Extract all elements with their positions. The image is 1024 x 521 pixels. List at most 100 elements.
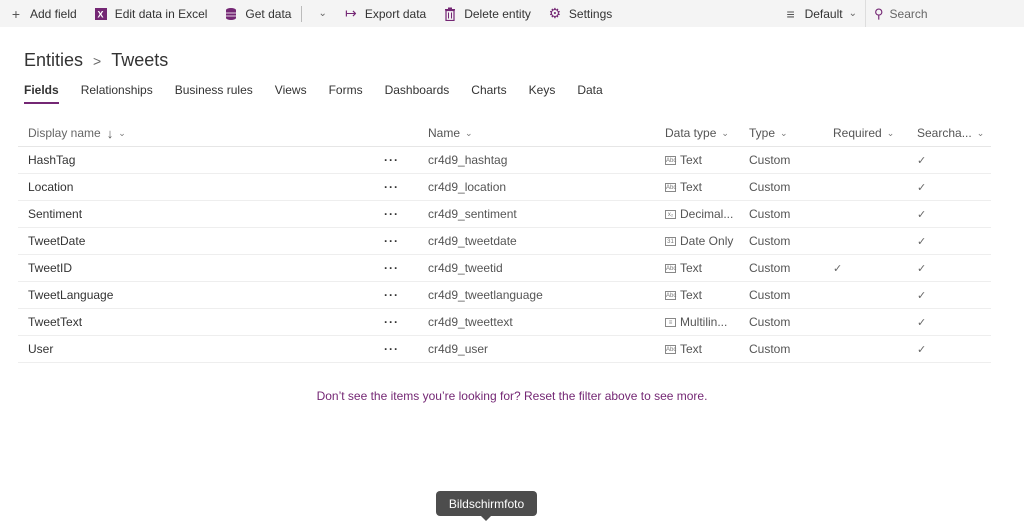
field-logical-name: cr4d9_tweetlanguage [428,288,543,302]
more-options-button[interactable]: ··· [378,234,428,248]
get-data-label: Get data [245,6,292,21]
tab-views[interactable]: Views [275,83,307,104]
column-header-type[interactable]: Type ⌄ [749,126,833,140]
field-data-type: Abc Text [665,180,749,194]
field-data-type: x₂ Decimal... [665,207,749,221]
text-icon: Abc [665,290,677,300]
column-label: Required [833,126,882,140]
field-display-name[interactable]: TweetText [18,315,378,329]
column-header-name[interactable]: Name ⌄ [428,126,665,140]
delete-entity-button[interactable]: Delete entity [434,0,539,27]
more-options-button[interactable]: ··· [378,315,428,329]
field-display-name[interactable]: TweetLanguage [18,288,378,302]
field-display-name[interactable]: Location [18,180,378,194]
tab-fields[interactable]: Fields [24,83,59,104]
column-header-required[interactable]: Required ⌄ [833,126,917,140]
tab-data[interactable]: Data [577,83,602,104]
svg-text:X: X [97,9,103,19]
field-logical-name: cr4d9_hashtag [428,153,508,167]
searchable-check: ✓ [917,289,927,302]
get-data-button[interactable]: Get data [215,0,299,27]
more-options-button[interactable]: ··· [378,180,428,194]
text-icon: Abc [665,182,677,192]
toolbar-divider [301,5,303,22]
table-row[interactable]: User ··· cr4d9_user Abc Text Custom ✓ [18,336,991,363]
more-options-button[interactable]: ··· [378,153,428,167]
chevron-down-icon: ⌄ [465,127,473,138]
field-data-type: Abc Text [665,342,749,356]
searchable-check: ✓ [917,235,927,248]
tab-charts[interactable]: Charts [471,83,506,104]
field-logical-name: cr4d9_location [428,180,507,194]
table-body: HashTag ··· cr4d9_hashtag Abc Text Custom ✓ Loc… [18,147,991,363]
more-options-button[interactable]: ··· [378,288,428,302]
field-display-name[interactable]: HashTag [18,153,378,167]
table-row[interactable]: Location ··· cr4d9_location Abc Text Custom ✓ [18,174,991,201]
field-type: Custom [749,261,791,275]
export-data-button[interactable]: ↦ Export data [335,0,434,27]
chevron-down-icon: ⌄ [318,8,327,19]
fields-table: Display name ↓ ⌄ Name ⌄ Data type ⌄ Type… [18,120,991,363]
column-header-display-name[interactable]: Display name ↓ ⌄ [18,126,378,141]
column-label: Name [428,126,461,140]
data-type-label: Text [680,261,703,275]
column-label: Data type [665,126,717,140]
field-display-name[interactable]: User [18,342,378,356]
column-header-searchable[interactable]: Searcha... ⌄ [917,126,991,140]
tab-bar: Fields Relationships Business rules View… [24,83,625,104]
command-bar: + Add field X Edit data in Excel Get dat… [0,0,1024,27]
table-row[interactable]: TweetText ··· cr4d9_tweettext ≡ Multilin... C… [18,309,991,336]
data-type-label: Text [680,153,703,167]
menu-lines-icon: ≡ [786,5,795,22]
column-label: Display name [28,126,101,140]
filter-notice-link[interactable]: Don’t see the items you’re looking for? … [0,389,1024,403]
required-check: ✓ [833,262,843,275]
chevron-down-icon: ⌄ [721,127,729,138]
tab-forms[interactable]: Forms [329,83,363,104]
table-row[interactable]: TweetDate ··· cr4d9_tweetdate 31 Date Only Cu… [18,228,991,255]
table-row[interactable]: TweetID ··· cr4d9_tweetid Abc Text Custom ✓ ✓ [18,255,991,282]
table-row[interactable]: Sentiment ··· cr4d9_sentiment x₂ Decimal... C… [18,201,991,228]
field-data-type: 31 Date Only [665,234,749,248]
decimal-icon: x₂ [665,209,676,219]
field-logical-name: cr4d9_tweettext [428,315,513,329]
data-type-label: Text [680,288,703,302]
settings-button[interactable]: ⚙ Settings [539,0,620,27]
search-box[interactable]: ⚲ Search [865,0,1024,27]
field-display-name[interactable]: TweetID [18,261,378,275]
field-data-type: Abc Text [665,153,749,167]
more-options-button[interactable]: ··· [378,342,428,356]
searchable-check: ✓ [917,208,927,221]
tab-business-rules[interactable]: Business rules [175,83,253,104]
trash-icon [442,6,458,22]
tab-dashboards[interactable]: Dashboards [385,83,450,104]
view-selector[interactable]: ≡ Default ⌄ [775,0,865,27]
multiline-icon: ≡ [665,317,676,327]
chevron-down-icon: ⌄ [780,127,788,138]
breadcrumb-current: Tweets [111,50,169,70]
get-data-dropdown[interactable]: ⌄ [304,0,334,27]
chevron-right-icon: > [93,52,102,69]
field-type: Custom [749,234,791,248]
searchable-check: ✓ [917,181,927,194]
tab-relationships[interactable]: Relationships [81,83,153,104]
breadcrumb-entities[interactable]: Entities [24,50,83,71]
edit-in-excel-button[interactable]: X Edit data in Excel [85,0,216,27]
chevron-down-icon: ⌄ [118,127,126,138]
column-header-data-type[interactable]: Data type ⌄ [665,126,749,140]
tab-keys[interactable]: Keys [529,83,556,104]
search-icon: ⚲ [874,5,884,21]
table-row[interactable]: TweetLanguage ··· cr4d9_tweetlanguage Abc Te… [18,282,991,309]
more-options-button[interactable]: ··· [378,207,428,221]
add-field-button[interactable]: + Add field [0,0,85,27]
text-icon: Abc [665,263,677,273]
field-display-name[interactable]: TweetDate [18,234,378,248]
data-type-label: Multilin... [680,315,728,329]
more-options-button[interactable]: ··· [378,261,428,275]
table-row[interactable]: HashTag ··· cr4d9_hashtag Abc Text Custom ✓ [18,147,991,174]
screenshot-tooltip: Bildschirmfoto [436,491,537,521]
excel-icon: X [93,6,109,22]
field-data-type: ≡ Multilin... [665,315,749,329]
data-type-label: Text [680,180,703,194]
field-display-name[interactable]: Sentiment [18,207,378,221]
